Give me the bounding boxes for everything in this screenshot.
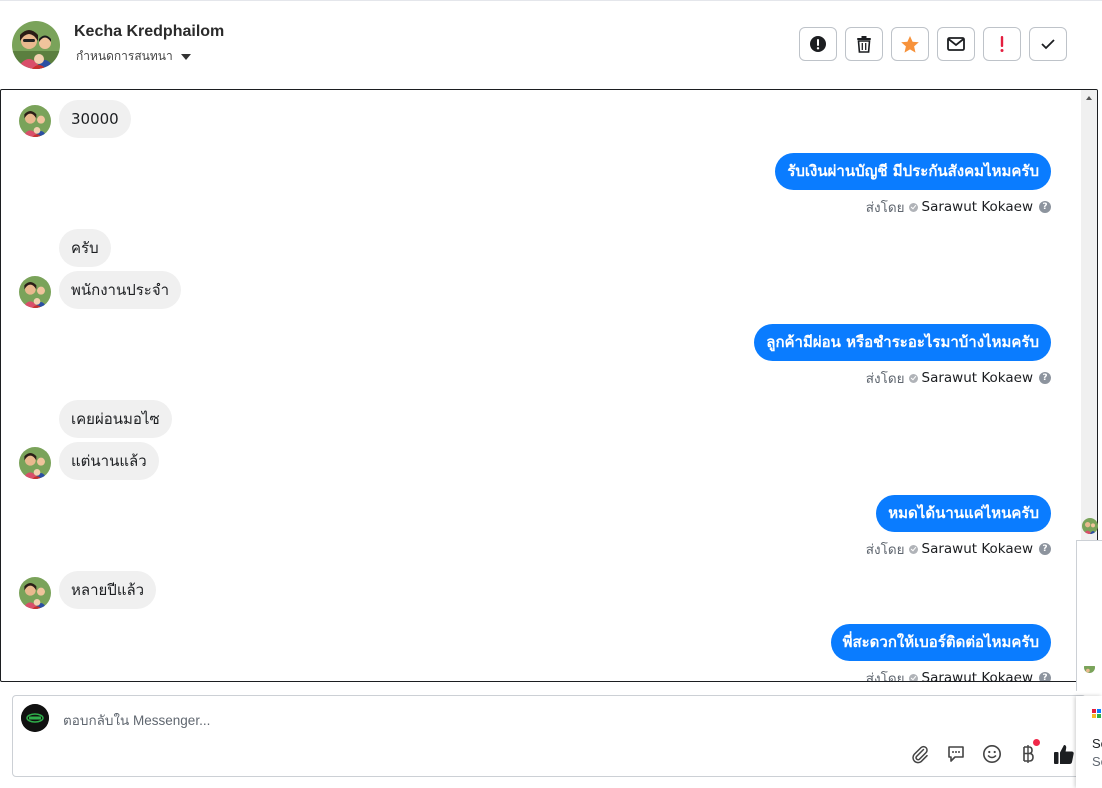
envelope-icon: [947, 37, 965, 51]
side-panel-box: [1076, 540, 1102, 691]
incoming-message: เคยผ่อนมอไซ: [59, 400, 172, 438]
outgoing-message: หมดได้นานแค่ไหนครับ: [876, 495, 1051, 532]
paperclip-icon: [912, 745, 928, 764]
like-button[interactable]: [1052, 742, 1076, 766]
payment-button[interactable]: [1016, 739, 1040, 766]
notification-dot: [1033, 739, 1040, 746]
sender-avatar: [19, 447, 51, 479]
spam-button[interactable]: [799, 27, 837, 61]
agent-name: Sarawut Kokaew: [921, 670, 1034, 682]
agent-name: Sarawut Kokaew: [921, 370, 1034, 386]
assign-conversation-dropdown[interactable]: กำหนดการสนทนา: [76, 47, 191, 66]
outgoing-message: ลูกค้ามีผ่อน หรือชำระอะไรมาบ้างไหมครับ: [754, 324, 1051, 361]
sent-by-line: ส่งโดย Sarawut Kokaew ?: [865, 667, 1051, 682]
app-logo-icon: [1092, 704, 1102, 718]
incoming-message: แต่นานแล้ว: [59, 442, 159, 480]
conversation-thread[interactable]: 30000 รับเงินผ่านบัญชี มีประกันสังคมไหมค…: [0, 89, 1098, 682]
sender-avatar: [19, 577, 51, 609]
check-icon: [1041, 39, 1055, 50]
conversation-toolbar: [799, 27, 1067, 61]
sender-avatar: [19, 276, 51, 308]
sent-by-line: ส่งโดย Sarawut Kokaew ?: [866, 196, 1051, 218]
scroll-up-arrow-icon[interactable]: [1086, 96, 1092, 100]
sent-by-line: ส่งโดย Sarawut Kokaew ?: [866, 538, 1051, 560]
page-avatar: [21, 704, 49, 732]
side-chat-panel: Se Se: [1076, 510, 1102, 788]
incoming-message: หลายปีแล้ว: [59, 571, 157, 609]
sent-by-line: ส่งโดย Sarawut Kokaew ?: [866, 367, 1051, 389]
help-icon[interactable]: ?: [1039, 201, 1051, 213]
assign-label: กำหนดการสนทนา: [76, 49, 173, 63]
reply-composer: [12, 695, 1086, 777]
star-button[interactable]: [891, 27, 929, 61]
emoji-icon: [983, 745, 1001, 763]
reply-input[interactable]: [61, 708, 905, 732]
baht-payment-icon: [1023, 745, 1034, 763]
saved-replies-button[interactable]: [944, 742, 968, 766]
attach-button[interactable]: [908, 742, 932, 766]
delete-button[interactable]: [845, 27, 883, 61]
incoming-message: 30000: [59, 100, 131, 138]
exclamation-icon: [1000, 36, 1004, 52]
side-notification-card[interactable]: Se Se: [1076, 696, 1102, 788]
caret-down-icon: [180, 54, 191, 60]
follow-up-button[interactable]: [983, 27, 1021, 61]
incoming-message: พนักงานประจำ: [59, 271, 182, 309]
sent-by-prefix: ส่งโดย: [865, 542, 905, 558]
sender-avatar: [19, 105, 51, 137]
mini-avatar: [1084, 662, 1095, 673]
incoming-message: ครับ: [59, 229, 111, 267]
help-icon[interactable]: ?: [1039, 543, 1051, 555]
verified-icon: [908, 673, 918, 681]
thumbs-up-icon: [1054, 745, 1074, 764]
sent-by-prefix: ส่งโดย: [865, 371, 905, 387]
help-icon[interactable]: ?: [1039, 672, 1051, 681]
trash-icon: [857, 36, 871, 53]
side-card-line-1: Se: [1092, 736, 1102, 751]
mark-unread-button[interactable]: [937, 27, 975, 61]
outgoing-message: พี่สะดวกให้เบอร์ติดต่อไหมครับ: [830, 624, 1051, 661]
saved-reply-icon: [948, 746, 964, 762]
verified-icon: [908, 544, 918, 554]
exclamation-circle-icon: [810, 36, 826, 52]
contact-name: Kecha Kredphailom: [74, 23, 225, 40]
sent-by-prefix: ส่งโดย: [865, 200, 905, 216]
help-icon[interactable]: ?: [1039, 372, 1051, 384]
mark-done-button[interactable]: [1029, 27, 1067, 61]
agent-name: Sarawut Kokaew: [921, 199, 1034, 215]
agent-name: Sarawut Kokaew: [921, 541, 1034, 557]
contact-avatar[interactable]: [12, 21, 60, 69]
star-icon: [901, 35, 919, 53]
side-card-line-2: Se: [1092, 754, 1102, 769]
verified-icon: [908, 202, 918, 212]
outgoing-message: รับเงินผ่านบัญชี มีประกันสังคมไหมครับ: [775, 153, 1051, 190]
chat-head-avatar[interactable]: [1082, 518, 1098, 534]
sent-by-prefix: ส่งโดย: [865, 671, 905, 682]
emoji-button[interactable]: [980, 742, 1004, 766]
verified-icon: [908, 373, 918, 383]
conversation-header: Kecha Kredphailom กำหนดการสนทนา: [0, 0, 1102, 89]
